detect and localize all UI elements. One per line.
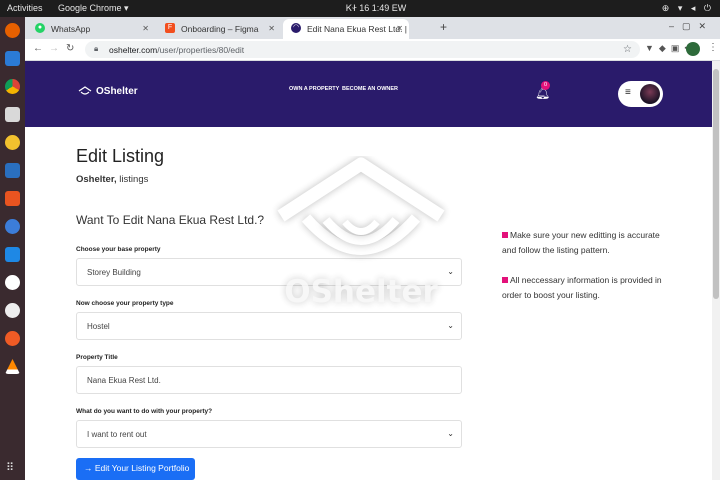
writer-icon[interactable]: [5, 163, 20, 178]
breadcrumb-section[interactable]: listings: [117, 174, 148, 185]
browser-toolbar: ← → ↻ 🔒︎ oshelter.com/user/properties/80…: [25, 39, 720, 61]
vlc-icon[interactable]: [5, 359, 20, 374]
more-menu-icon[interactable]: ⋮: [708, 42, 718, 53]
settings-icon[interactable]: [5, 303, 20, 318]
site-header: OShelter OWN A PROPERTY BECOME AN OWNER …: [25, 61, 712, 127]
vscode-blue-icon[interactable]: [5, 51, 20, 66]
edit-listing-portfolio-button[interactable]: → Edit Your Listing Portfolio: [76, 458, 195, 480]
notification-bell-icon[interactable]: 🔔︎ 0: [535, 81, 550, 100]
page-scrollbar[interactable]: [712, 61, 720, 480]
nav-own-a-property[interactable]: OWN A PROPERTY: [289, 86, 339, 92]
app-grid-icon[interactable]: ⠿: [6, 461, 14, 474]
lock-icon[interactable]: 🔒︎: [94, 44, 98, 54]
base-property-value: Storey Building: [87, 268, 141, 277]
field-label-property-title: Property Title: [76, 354, 118, 361]
close-icon[interactable]: ✕: [396, 24, 403, 33]
files-icon[interactable]: [5, 107, 20, 122]
field-label-property-type: Now choose your property type: [76, 300, 174, 307]
hamburger-icon: ≡: [625, 87, 631, 98]
tab-label: Onboarding – Figma: [181, 24, 259, 34]
postman-icon[interactable]: [5, 331, 20, 346]
info-note: Make sure your new editting is accurate …: [502, 228, 667, 258]
software-icon[interactable]: [5, 191, 20, 206]
watermark-text: OShelter: [284, 274, 438, 310]
reload-icon[interactable]: ↻: [66, 43, 74, 54]
breadcrumb-site[interactable]: Oshelter,: [76, 174, 117, 185]
bullet-marker: [502, 232, 508, 238]
property-purpose-select[interactable]: I want to rent out ⌄: [76, 420, 462, 448]
breadcrumb: Oshelter, listings: [76, 174, 148, 185]
property-title-value: Nana Ekua Rest Ltd.: [87, 376, 161, 385]
close-icon[interactable]: ✕: [268, 24, 275, 33]
url-host: oshelter.com: [109, 45, 158, 55]
site-brand[interactable]: OShelter: [78, 86, 138, 97]
field-label-base-property: Choose your base property: [76, 246, 161, 253]
dock: ⠿: [0, 17, 25, 480]
oshelter-watermark-logo-icon: [277, 157, 445, 255]
tab-strip: ● WhatsApp ✕ F Onboarding – Figma ✕ ◠ Ed…: [25, 17, 720, 39]
firefox-icon[interactable]: [5, 23, 20, 38]
tab-oshelter[interactable]: ◠ Edit Nana Ekua Rest Ltd. | ✕: [283, 19, 409, 39]
field-label-property-purpose: What do you want to do with your propert…: [76, 408, 213, 415]
new-tab-icon[interactable]: +: [440, 20, 447, 34]
app-menu[interactable]: Google Chrome ▾: [58, 3, 129, 14]
bullet-marker: [502, 277, 508, 283]
profile-avatar[interactable]: [686, 42, 700, 56]
property-title-input[interactable]: Nana Ekua Rest Ltd.: [76, 366, 462, 394]
activities-button[interactable]: Activities: [7, 3, 43, 13]
chevron-down-icon: ⌄: [447, 429, 454, 438]
brand-name: OShelter: [96, 86, 138, 97]
user-menu-button[interactable]: ≡: [618, 81, 663, 107]
back-icon[interactable]: ←: [33, 43, 43, 54]
help-icon[interactable]: [5, 219, 20, 234]
property-purpose-value: I want to rent out: [87, 430, 147, 439]
page-title: Edit Listing: [76, 146, 165, 166]
tab-label: WhatsApp: [51, 24, 91, 34]
address-bar[interactable]: 🔒︎ oshelter.com/user/properties/80/edit …: [85, 41, 640, 58]
system-tray-icons[interactable]: ⊕ ▾ ◂ ⏻: [662, 3, 714, 14]
oshelter-watermark: OShelter: [261, 156, 461, 326]
rhythmbox-icon[interactable]: [5, 135, 20, 150]
nav-become-an-owner[interactable]: BECOME AN OWNER: [342, 86, 398, 92]
notification-count-badge: 0: [541, 81, 550, 90]
form-heading: Want To Edit Nana Ekua Rest Ltd.?: [76, 213, 265, 227]
property-type-value: Hostel: [87, 322, 110, 331]
info-note: All neccessary information is provided i…: [502, 273, 667, 303]
clock[interactable]: ᏦᏐ 16 1:49 EW: [346, 3, 406, 14]
tab-figma[interactable]: F Onboarding – Figma ✕: [157, 19, 281, 39]
window-controls[interactable]: –▢✕: [669, 21, 714, 32]
tab-label: Edit Nana Ekua Rest Ltd. |: [307, 24, 408, 34]
page-viewport: OShelter OWN A PROPERTY BECOME AN OWNER …: [25, 61, 712, 480]
info-note-text: Make sure your new editting is accurate …: [502, 230, 660, 255]
forward-icon[interactable]: →: [49, 43, 59, 54]
url-path: /user/properties/80/edit: [157, 45, 245, 55]
info-note-text: All neccessary information is provided i…: [502, 275, 662, 300]
vscode-icon[interactable]: [5, 247, 20, 262]
whatsapp-icon: ●: [35, 23, 45, 33]
close-icon[interactable]: ✕: [142, 24, 149, 33]
os-top-bar: Activities Google Chrome ▾ ᏦᏐ 16 1:49 EW…: [0, 0, 720, 17]
oshelter-icon: ◠: [291, 23, 301, 33]
tab-whatsapp[interactable]: ● WhatsApp ✕: [27, 19, 155, 39]
chrome-icon[interactable]: [5, 79, 20, 94]
scrollbar-thumb[interactable]: [713, 69, 719, 299]
slack-icon[interactable]: [5, 275, 20, 290]
figma-icon: F: [165, 23, 175, 33]
bookmark-star-icon[interactable]: ☆: [623, 44, 632, 55]
user-avatar: [640, 84, 660, 104]
oshelter-logo-icon: [78, 86, 92, 95]
